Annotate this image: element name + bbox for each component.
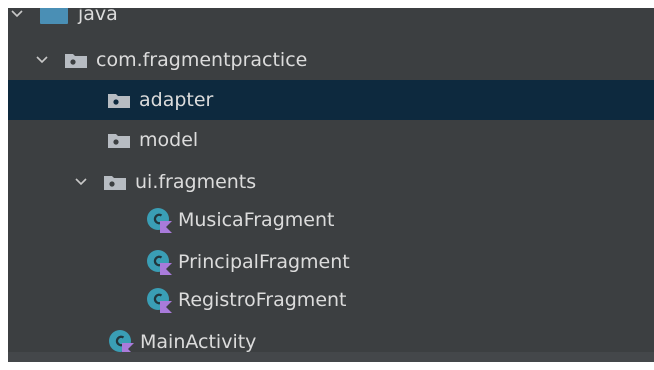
- kotlin-class-icon: [147, 288, 172, 313]
- tree-node-ui-fragments[interactable]: ui.fragments: [8, 162, 654, 202]
- kotlin-class-icon: [147, 250, 172, 275]
- chevron-down-icon[interactable]: [10, 8, 24, 21]
- tree-node-label: MusicaFragment: [178, 208, 335, 231]
- tree-node-principal-fragment[interactable]: PrincipalFragment: [8, 242, 654, 282]
- tree-node-model[interactable]: model: [8, 120, 654, 160]
- tree-node-label: adapter: [139, 88, 214, 111]
- tree-node-label: model: [139, 128, 199, 151]
- kotlin-class-icon: [147, 208, 172, 233]
- tree-node-label: com.fragmentpractice: [96, 48, 308, 71]
- cut-off-next-row: [8, 352, 654, 362]
- tree-node-label: java: [78, 8, 118, 25]
- tree-node-musica-fragment[interactable]: MusicaFragment: [8, 200, 654, 240]
- package-folder-icon: [108, 134, 130, 148]
- tree-node-label: ui.fragments: [135, 170, 257, 193]
- tree-node-adapter[interactable]: adapter: [8, 80, 654, 120]
- tree-node-package[interactable]: com.fragmentpractice: [8, 40, 654, 80]
- tree-node-label: PrincipalFragment: [178, 250, 350, 273]
- project-tree-panel: java com.fragmentpractice adapter model: [8, 8, 654, 362]
- tree-node-java[interactable]: java: [8, 8, 654, 34]
- source-folder-icon: [40, 8, 68, 24]
- tree-node-label: MainActivity: [140, 330, 257, 353]
- chevron-down-icon[interactable]: [74, 175, 88, 189]
- package-folder-icon: [108, 94, 130, 108]
- chevron-down-icon[interactable]: [35, 53, 49, 67]
- package-folder-icon: [65, 54, 87, 68]
- tree-node-label: RegistroFragment: [178, 288, 347, 311]
- package-folder-icon: [104, 176, 126, 190]
- tree-node-registro-fragment[interactable]: RegistroFragment: [8, 280, 654, 320]
